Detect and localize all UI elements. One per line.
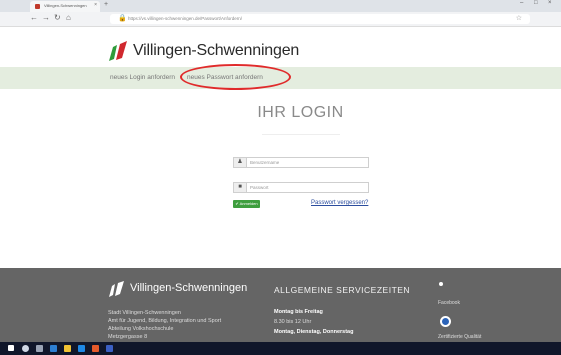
maximize-icon[interactable]: □	[534, 0, 538, 6]
forgot-password-link[interactable]: Passwort vergessen?	[311, 200, 368, 206]
footer-logo-text: Villingen-Schwenningen	[130, 282, 248, 294]
password-field[interactable]: ■	[233, 182, 369, 193]
back-icon[interactable]: ←	[30, 13, 38, 22]
quality-badge-icon[interactable]	[440, 316, 451, 327]
hours-time: 8.30 bis 12 Uhr	[274, 319, 312, 325]
annotation-circle	[180, 64, 291, 90]
word-icon[interactable]	[106, 345, 113, 352]
forward-icon[interactable]: →	[42, 13, 50, 22]
hours-label: Montag, Dienstag, Donnerstag	[274, 329, 354, 335]
site-footer: Villingen-Schwenningen Stadt Villingen-S…	[0, 268, 561, 342]
close-tab-icon[interactable]: ×	[94, 2, 97, 8]
browser-tab-strip: Villingen-Schwenningen × + – □ ×	[0, 0, 561, 12]
os-taskbar	[0, 342, 561, 355]
browser-toolbar: ← → ↻ ⌂ 🔒 https://vs.villingen-schwennin…	[0, 12, 561, 27]
url-text: https://vs.villingen-schwenningen.de/Pas…	[128, 16, 243, 21]
facebook-link[interactable]: Facebook	[438, 300, 460, 306]
browser-tab[interactable]: Villingen-Schwenningen ×	[30, 1, 100, 12]
minimize-icon[interactable]: –	[520, 0, 523, 6]
favicon-icon	[35, 4, 40, 9]
page-title: IHR LOGIN	[257, 104, 344, 121]
close-window-icon[interactable]: ×	[548, 0, 552, 6]
search-icon[interactable]	[22, 345, 29, 352]
tab-title: Villingen-Schwenningen	[44, 3, 87, 8]
edge-icon[interactable]	[50, 345, 57, 352]
username-input[interactable]	[250, 158, 360, 167]
address-line: Stadt Villingen-Schwenningen	[108, 310, 181, 316]
login-button[interactable]: ✔ Anmelden	[233, 200, 260, 208]
reload-icon[interactable]: ↻	[54, 13, 61, 22]
logo-text: Villingen-Schwenningen	[133, 42, 300, 59]
hours-label: Montag bis Freitag	[274, 309, 323, 315]
lock-icon: ■	[234, 183, 247, 192]
task-view-icon[interactable]	[36, 345, 43, 352]
service-hours: Montag bis Freitag 8.30 bis 12 Uhr Monta…	[274, 307, 353, 337]
username-field[interactable]: ♟	[233, 157, 369, 168]
title-divider	[262, 134, 340, 135]
password-input[interactable]	[250, 183, 360, 192]
mail-icon[interactable]	[78, 345, 85, 352]
address-line: Amt für Jugend, Bildung, Integration und…	[108, 318, 222, 324]
address-line: Metzgergasse 8	[108, 334, 148, 340]
user-icon: ♟	[234, 158, 247, 167]
bookmark-star-icon[interactable]: ☆	[516, 14, 522, 22]
new-login-link[interactable]: neues Login anfordern	[110, 74, 175, 81]
city-logo-icon	[109, 281, 124, 297]
quality-label: Zertifizierte Qualität	[438, 334, 482, 340]
address-line: Abteilung Volkshochschule	[108, 326, 174, 332]
facebook-icon[interactable]	[439, 282, 443, 286]
service-times-heading: ALLGEMEINE SERVICEZEITEN	[274, 285, 411, 295]
new-tab-icon[interactable]: +	[104, 1, 108, 8]
address-bar[interactable]: 🔒 https://vs.villingen-schwenningen.de/P…	[110, 14, 530, 24]
city-logo-icon	[109, 41, 127, 61]
lock-icon: 🔒	[118, 15, 127, 22]
footer-address: Stadt Villingen-Schwenningen Amt für Jug…	[108, 309, 221, 341]
start-icon[interactable]	[8, 345, 14, 351]
footer-logo[interactable]: Villingen-Schwenningen	[108, 281, 268, 297]
explorer-icon[interactable]	[64, 345, 71, 352]
home-icon[interactable]: ⌂	[66, 13, 71, 22]
firefox-icon[interactable]	[92, 345, 99, 352]
